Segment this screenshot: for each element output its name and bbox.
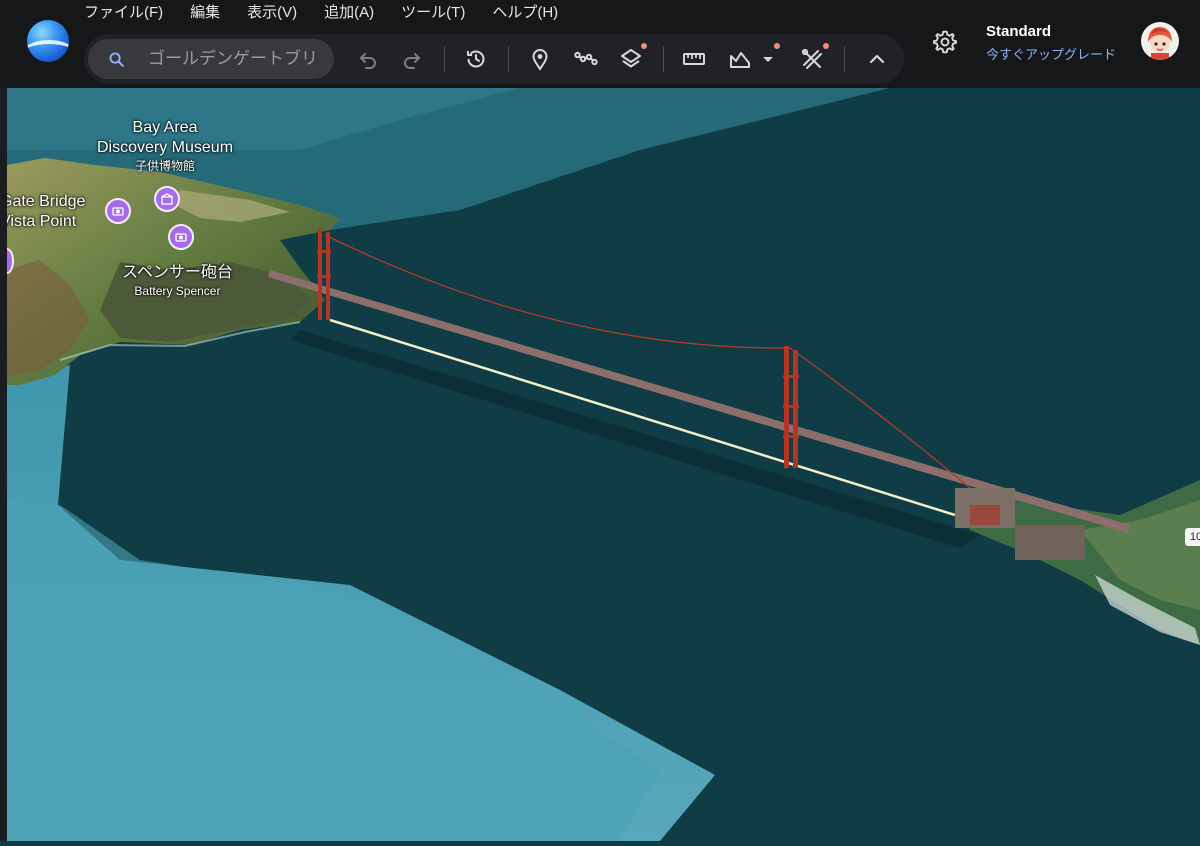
toolbar-divider bbox=[844, 46, 845, 72]
menu-tools[interactable]: ツール(T) bbox=[401, 3, 465, 23]
menu-edit[interactable]: 編集 bbox=[190, 3, 220, 23]
museum-marker-icon[interactable] bbox=[154, 186, 180, 212]
place-label-line: Bay Area bbox=[132, 119, 198, 136]
terrain-icon[interactable] bbox=[728, 47, 752, 71]
toolbar-divider bbox=[663, 46, 664, 72]
google-earth-logo[interactable] bbox=[27, 20, 69, 62]
undo-icon[interactable] bbox=[356, 47, 380, 71]
satellite-imagery bbox=[7, 88, 1200, 841]
place-label-line: 子供博物館 bbox=[135, 159, 196, 173]
search-query: ゴールデンゲートブリ bbox=[148, 49, 318, 68]
search-icon bbox=[109, 52, 124, 67]
notification-dot bbox=[823, 43, 829, 49]
redo-icon[interactable] bbox=[400, 47, 424, 71]
layers-icon[interactable] bbox=[619, 47, 643, 71]
menu-bar: ファイル(F) 編集 表示(V) 追加(A) ツール(T) ヘルプ(H) bbox=[84, 3, 585, 23]
search-input[interactable]: ゴールデンゲートブリ bbox=[88, 39, 334, 79]
tools-icon[interactable] bbox=[800, 47, 824, 71]
gear-icon[interactable] bbox=[932, 29, 958, 55]
dropdown-icon[interactable] bbox=[756, 47, 780, 71]
map-view[interactable]: Bay Area Discovery Museum 子供博物館 Gate Bri… bbox=[0, 88, 1200, 841]
app-bar: ファイル(F) 編集 表示(V) 追加(A) ツール(T) ヘルプ(H) ゴール… bbox=[0, 0, 1200, 88]
menu-add[interactable]: 追加(A) bbox=[324, 3, 374, 23]
road-shield-icon: 10 bbox=[1185, 528, 1200, 546]
ruler-icon[interactable] bbox=[682, 47, 706, 71]
placemark-icon[interactable] bbox=[528, 47, 552, 71]
avatar[interactable] bbox=[1141, 22, 1179, 60]
camera-marker-icon[interactable] bbox=[105, 198, 131, 224]
menu-file[interactable]: ファイル(F) bbox=[84, 3, 163, 23]
camera-marker-icon[interactable] bbox=[168, 224, 194, 250]
history-icon[interactable] bbox=[464, 47, 488, 71]
place-label-line: Vista Point bbox=[0, 213, 77, 230]
path-icon[interactable] bbox=[574, 47, 598, 71]
upgrade-link[interactable]: 今すぐアップグレード bbox=[986, 44, 1116, 63]
place-label-battery-spencer[interactable]: スペンサー砲台 Battery Spencer bbox=[122, 263, 233, 299]
menu-view[interactable]: 表示(V) bbox=[247, 3, 297, 23]
place-label-line: Gate Bridge bbox=[0, 193, 86, 210]
toolbar-divider bbox=[508, 46, 509, 72]
notification-dot bbox=[641, 43, 647, 49]
place-label-line: Discovery Museum bbox=[97, 139, 234, 156]
menu-help[interactable]: ヘルプ(H) bbox=[492, 3, 558, 23]
avatar-image bbox=[1148, 27, 1172, 60]
toolbar: ゴールデンゲートブリ bbox=[84, 34, 904, 84]
toolbar-divider bbox=[444, 46, 445, 72]
plan-name: Standard bbox=[986, 23, 1052, 40]
place-label-museum[interactable]: Bay Area Discovery Museum 子供博物館 bbox=[97, 118, 233, 174]
place-label-vista-point[interactable]: Gate Bridge Vista Point bbox=[0, 192, 85, 232]
side-panel-edge bbox=[0, 88, 7, 841]
place-label-line: Battery Spencer bbox=[134, 284, 221, 298]
collapse-icon[interactable] bbox=[865, 47, 889, 71]
place-label-line: スペンサー砲台 bbox=[122, 264, 233, 281]
notification-dot bbox=[774, 43, 780, 49]
